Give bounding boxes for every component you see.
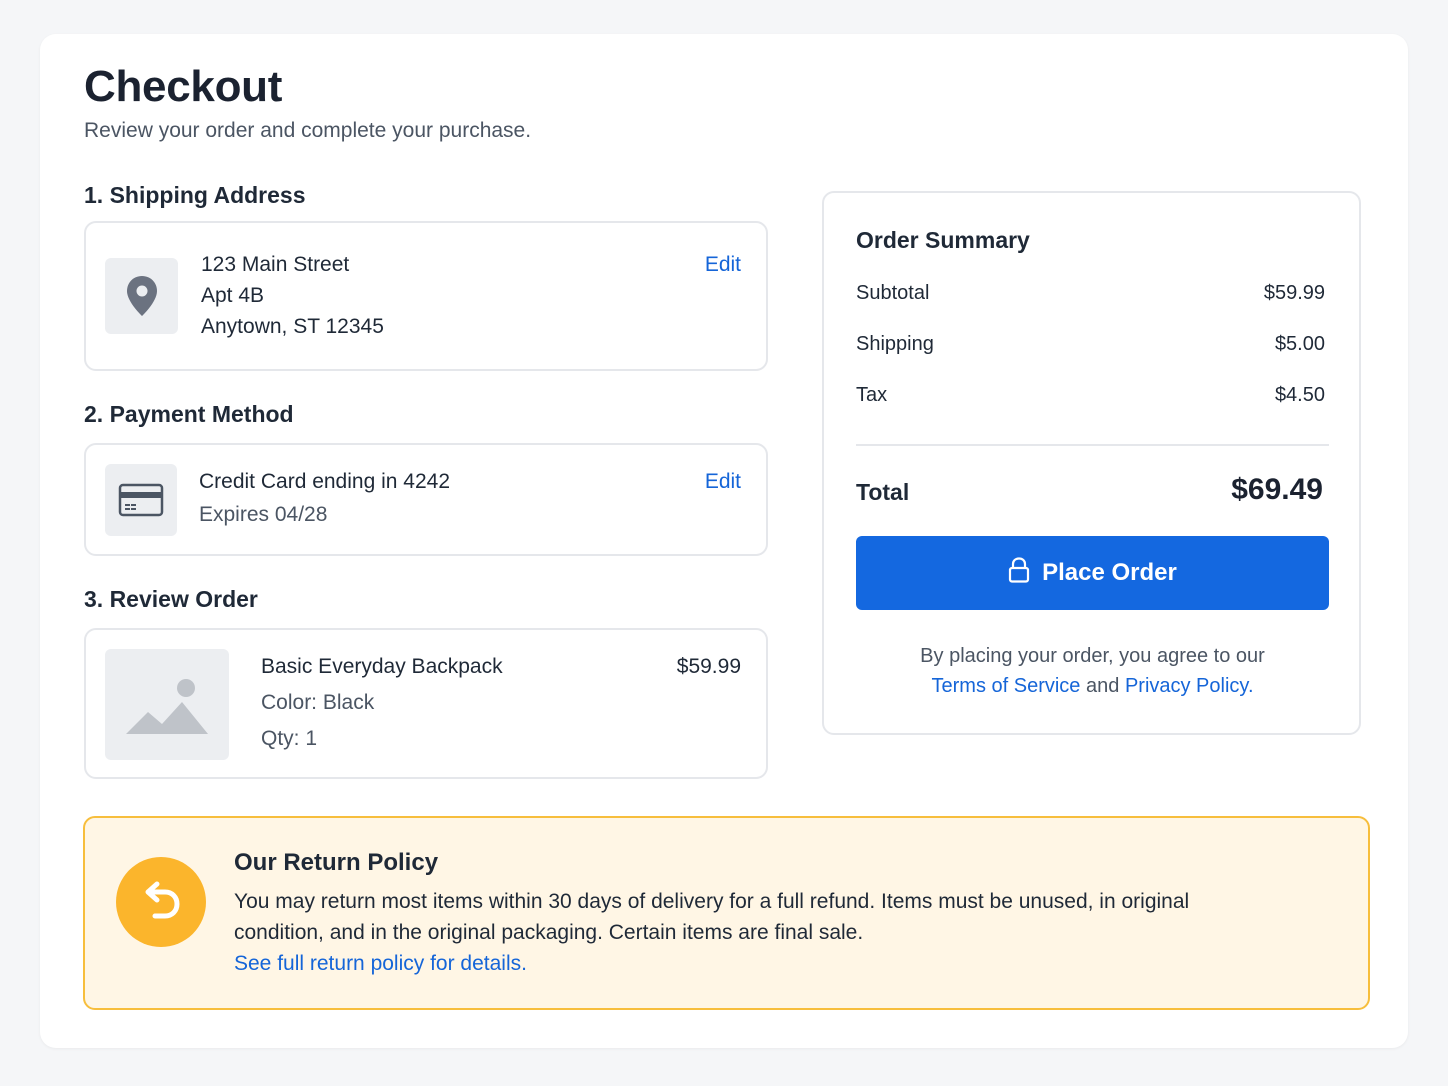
address-line-3: Anytown, ST 12345 — [201, 315, 384, 338]
summary-divider — [856, 444, 1329, 446]
card-expiry: Expires 04/28 — [199, 503, 328, 526]
card-ending-text: Credit Card ending in 4242 — [199, 470, 450, 493]
order-summary-panel: Order Summary Subtotal $59.99 Shipping $… — [822, 191, 1361, 735]
review-heading: 3. Review Order — [84, 586, 258, 612]
and-text: and — [1086, 675, 1120, 697]
product-qty: Qty: 1 — [261, 727, 318, 750]
place-order-button[interactable]: Place Order — [856, 536, 1329, 610]
product-name: Basic Everyday Backpack — [261, 655, 503, 678]
summary-label: Shipping — [856, 333, 934, 355]
payment-method-box: Credit Card ending in 4242 Expires 04/28… — [84, 443, 768, 556]
total-label: Total — [856, 479, 910, 505]
return-policy-heading: Our Return Policy — [234, 849, 439, 876]
terms-of-service-link[interactable]: Terms of Service — [932, 675, 1081, 697]
summary-row-subtotal: Subtotal $59.99 — [856, 282, 1325, 305]
summary-label: Subtotal — [856, 282, 930, 304]
summary-value: $59.99 — [1263, 282, 1325, 304]
product-price: $59.99 — [676, 655, 741, 678]
return-arrow-icon — [116, 857, 206, 947]
credit-card-icon — [105, 464, 177, 536]
privacy-policy-link[interactable]: Privacy Policy — [1125, 675, 1248, 697]
summary-row-tax: Tax $4.50 — [856, 384, 1325, 407]
summary-label: Tax — [856, 384, 888, 406]
order-summary-heading: Order Summary — [856, 227, 1030, 253]
product-color: Color: Black — [261, 691, 375, 714]
period-text: . — [1247, 675, 1254, 697]
return-policy-banner: Our Return Policy You may return most it… — [83, 816, 1370, 1010]
payment-heading: 2. Payment Method — [84, 401, 294, 427]
summary-value: $5.00 — [1274, 333, 1325, 355]
agree-text: By placing your order, you agree to our — [920, 645, 1265, 667]
place-order-label: Place Order — [1042, 559, 1177, 586]
shipping-heading: 1. Shipping Address — [84, 182, 306, 208]
order-item-box: Basic Everyday Backpack Color: Black Qty… — [84, 628, 768, 779]
edit-address-link[interactable]: Edit — [705, 253, 741, 277]
address-line-2: Apt 4B — [201, 284, 265, 307]
page-subtitle: Review your order and complete your purc… — [84, 119, 532, 142]
page-title: Checkout — [84, 62, 283, 111]
summary-row-shipping: Shipping $5.00 — [856, 333, 1325, 356]
total-value: $69.49 — [1231, 473, 1323, 506]
terms-agreement: By placing your order, you agree to our … — [856, 641, 1329, 701]
lock-icon — [1008, 556, 1030, 590]
summary-value: $4.50 — [1274, 384, 1325, 406]
return-policy-link[interactable]: See full return policy for details. — [234, 952, 527, 976]
map-pin-icon — [105, 258, 178, 334]
return-policy-text: You may return most items within 30 days… — [234, 890, 1190, 944]
address-line-1: 123 Main Street — [201, 253, 350, 276]
edit-payment-link[interactable]: Edit — [705, 470, 741, 494]
shipping-address-box: 123 Main Street Apt 4B Anytown, ST 12345… — [84, 221, 768, 371]
image-placeholder-icon — [105, 649, 229, 760]
